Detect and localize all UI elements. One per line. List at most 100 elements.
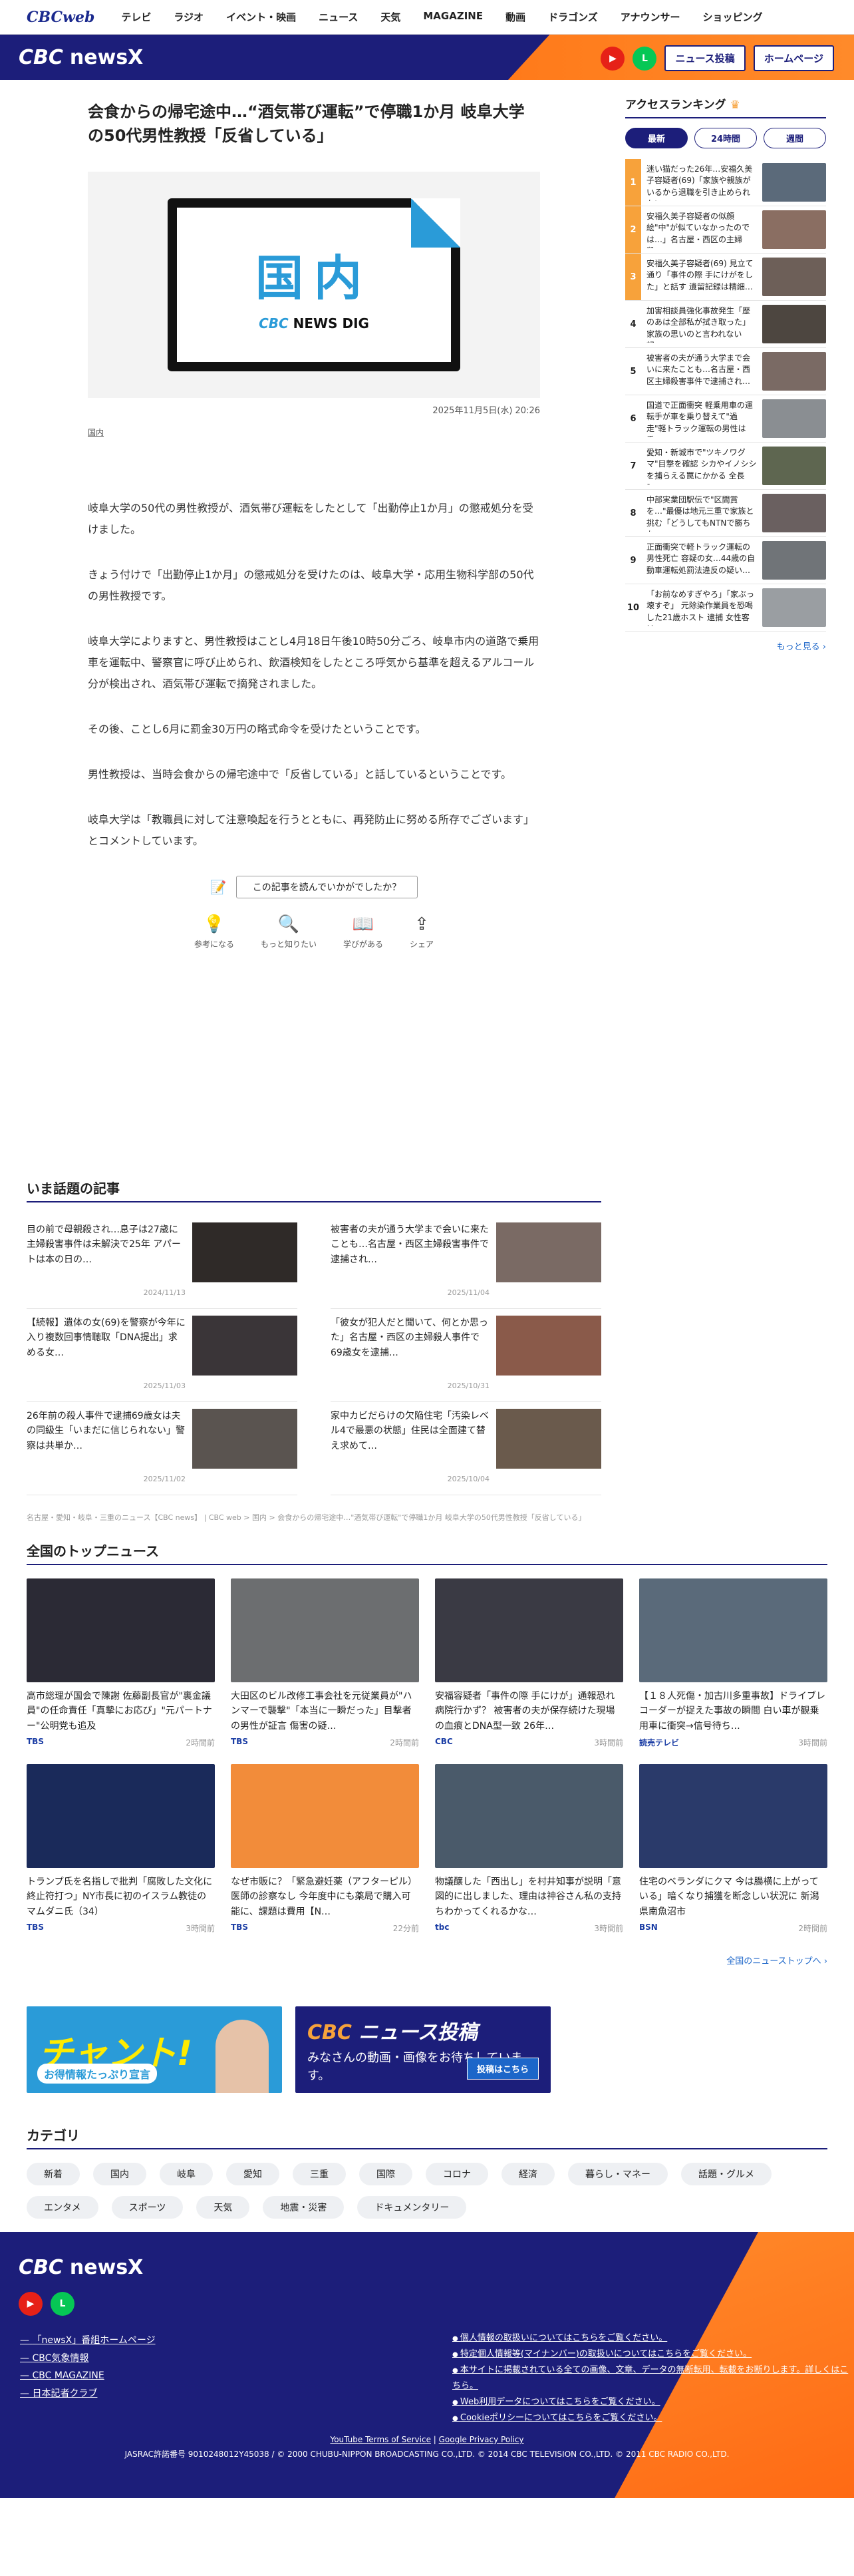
ranking-tab[interactable]: 24時間 — [694, 128, 757, 148]
national-news-card[interactable]: 物議醸した「西出し」を村井知事が説明「意図的に出しました、理由は神谷さん私の支持… — [435, 1764, 623, 1934]
trending-item[interactable]: 目の前で母親殺され…息子は27歳に 主婦殺害事件は未解決で25年 アパートは本の… — [27, 1216, 297, 1309]
national-news-card[interactable]: 大田区のビル改修工事会社を元従業員が"ハンマーで襲撃"「本当に一瞬だった」目撃者… — [231, 1578, 419, 1748]
trending-date: 2024/11/13 — [143, 1288, 186, 1298]
ranking-tab[interactable]: 最新 — [625, 128, 688, 148]
news-post-banner[interactable]: CBC ニュース投稿 みなさんの動画・画像をお待ちしています。 投稿はこちら — [295, 2006, 551, 2093]
national-news-card[interactable]: トランプ氏を名指しで批判「腐敗した文化に終止符打つ」NY市長に初のイスラム教徒の… — [27, 1764, 215, 1934]
breadcrumb[interactable]: 名古屋・愛知・岐阜・三重のニュース【CBC news】 | CBC web > … — [27, 1512, 585, 1523]
footer-newsx-logo[interactable]: CBC newsX — [19, 2256, 143, 2279]
trending-item[interactable]: 26年前の殺人事件で逮捕69歳女は夫の同級生「いまだに信じられない」警察は共単か… — [27, 1402, 297, 1495]
national-news-card[interactable]: 【１８人死傷・加古川多重事故】ドライブレコーダーが捉えた事故の瞬間 白い車が観乗… — [639, 1578, 827, 1748]
homepage-button[interactable]: ホームページ — [753, 45, 834, 71]
rank-headline: 正面衝突で軽トラック運転の男性死亡 容疑の女…44歳の自動車運転処罰法違反の疑い… — [646, 542, 756, 575]
top-nav-item[interactable]: ラジオ — [174, 10, 204, 24]
feedback-question: 📝 この記事を読んでいかがでしたか？ — [88, 876, 540, 898]
top-nav-item[interactable]: アナウンサー — [621, 10, 680, 24]
feedback-3-button[interactable]: 📖 学びがある — [343, 914, 383, 950]
category-chip[interactable]: エンタメ — [27, 2196, 98, 2219]
youtube-icon[interactable]: ▶ — [601, 46, 625, 71]
newsx-logo[interactable]: CBC newsX — [19, 46, 143, 69]
top-nav-item[interactable]: ドラゴンズ — [548, 10, 598, 24]
chant-banner-tagline: お得情報たっぷり宣言 — [37, 2064, 158, 2084]
top-nav-item[interactable]: イベント・映画 — [226, 10, 296, 24]
footer-link[interactable]: CBC MAGAZINE — [20, 2367, 156, 2385]
footer-policy-link[interactable]: 個人情報の取扱いについてはこちらをご覧ください。 — [452, 2330, 854, 2346]
ranking-item[interactable]: 7 愛知・新城市で"ツキノワグマ"目撃を確認 シカやイノシシを捕らえる罠にかかる … — [625, 443, 826, 490]
ranking-item[interactable]: 9 正面衝突で軽トラック運転の男性死亡 容疑の女…44歳の自動車運転処罰法違反の疑… — [625, 537, 826, 584]
trending-text: 「彼女が犯人だと聞いて、何とか思った」名古屋・西区の主婦殺人事件で69歳女を逮捕… — [331, 1316, 490, 1401]
youtube-terms-link[interactable]: YouTube Terms of Service — [330, 2435, 431, 2444]
category-chip[interactable]: ドキュメンタリー — [357, 2196, 467, 2219]
category-chip[interactable]: 経済 — [501, 2163, 555, 2185]
footer-policy-link[interactable]: Cookieポリシーについてはこちらをご覧ください。 — [452, 2410, 854, 2426]
category-chip[interactable]: 愛知 — [226, 2163, 279, 2185]
news-post-banner-button[interactable]: 投稿はこちら — [466, 2058, 539, 2080]
page-bottom-space — [0, 2498, 854, 2576]
national-news-headline: 【１８人死傷・加古川多重事故】ドライブレコーダーが捉えた事故の瞬間 白い車が観乗… — [639, 1691, 825, 1732]
news-post-button[interactable]: ニュース投稿 — [664, 45, 746, 71]
category-chip[interactable]: スポーツ — [111, 2196, 184, 2219]
top-nav-item[interactable]: ショッピング — [703, 10, 763, 24]
footer-policy-links: 個人情報の取扱いについてはこちらをご覧ください。特定個人情報等(マイナンバー)の… — [452, 2330, 854, 2426]
line-icon[interactable]: L — [633, 46, 657, 71]
category-chip[interactable]: コロナ — [426, 2163, 488, 2185]
trending-item[interactable]: 家中カビだらけの欠陥住宅「汚染レベル4で最悪の状態」住民は全面建て替え求めて… 2… — [331, 1402, 601, 1495]
category-chip[interactable]: 三重 — [293, 2163, 346, 2185]
category-chip[interactable]: 地震・災害 — [263, 2196, 345, 2219]
footer-link[interactable]: CBC気象情報 — [20, 2350, 156, 2368]
category-chip[interactable]: 話題・グルメ — [681, 2163, 772, 2185]
national-news-headline: 大田区のビル改修工事会社を元従業員が"ハンマーで襲撃"「本当に一瞬だった」目撃者… — [231, 1691, 412, 1732]
ranking-item[interactable]: 5 被害者の夫が通う大学まで会いに来たことも…名古屋・西区主婦殺害事件で逮捕され… — [625, 348, 826, 395]
rank-headline: 安福久美子容疑者(69) 見立て通り「事件の際 手にけがをした」と話す 遺留記録… — [646, 259, 754, 291]
feedback-4-button[interactable]: ⇪ シェア — [410, 914, 434, 950]
top-nav-item[interactable]: ニュース — [319, 10, 358, 24]
top-nav-item[interactable]: 天気 — [380, 10, 400, 24]
category-chip[interactable]: 天気 — [196, 2196, 250, 2219]
cbc-web-logo[interactable]: CBCweb — [27, 9, 94, 26]
national-news-card[interactable]: 住宅のベランダにクマ 今は腸横に上がっている」暗くなり捕獲を断念しい状況に 新潟… — [639, 1764, 827, 1934]
national-news-card[interactable]: 高市総理が国会で陳謝 佐藤副長官が"裏金議員"の任命責任「真摯にお応び」"元パー… — [27, 1578, 215, 1748]
feedback-2-button[interactable]: 🔍 もっと知りたい — [261, 914, 317, 950]
ranking-item[interactable]: 1 迷い猫だった26年…安福久美子容疑者(69)「家族や親族がいるから退職を引き止… — [625, 159, 826, 206]
article-paragraph: 男性教授は、当時会食からの帰宅途中で「反省している」と話しているということです。 — [88, 768, 511, 781]
footer-youtube-icon[interactable]: ▶ — [19, 2292, 43, 2316]
trending-item[interactable]: 【続報】遺体の女(69)を警察が今年に入り複数回事情聴取「DNA提出」求める女…… — [27, 1309, 297, 1402]
ranking-item[interactable]: 8 中部実業団駅伝で"区間賞を…"最優は地元三重で家族と挑む「どうしてもNTNで勝… — [625, 490, 826, 537]
national-news-card[interactable]: なぜ市販に？「緊急避妊薬（アフターピル）医師の診察なし 今年度中にも薬局で購入可… — [231, 1764, 419, 1934]
national-news-headline: なぜ市販に？「緊急避妊薬（アフターピル）医師の診察なし 今年度中にも薬局で購入可… — [231, 1877, 417, 1917]
ranking-item[interactable]: 10 「お前なめすぎやろ」「家ぶっ壊すぞ」 元除染作業員を恐喝した21歳ホスト 逮… — [625, 584, 826, 632]
trending-item[interactable]: 被害者の夫が通う大学まで会いに来たことも…名古屋・西区主婦殺害事件で逮捕され… 2… — [331, 1216, 601, 1309]
category-chip[interactable]: 国際 — [359, 2163, 412, 2185]
ranking-item[interactable]: 4 加害相談員強化事故発生「歴のあは全部私が拭き取った」家族の思いのと言われない記… — [625, 301, 826, 348]
top-nav-item[interactable]: テレビ — [121, 10, 151, 24]
top-nav-item[interactable]: 動画 — [505, 10, 525, 24]
article-category-link[interactable]: 国内 — [88, 427, 104, 438]
trending-item[interactable]: 「彼女が犯人だと聞いて、何とか思った」名古屋・西区の主婦殺人事件で69歳女を逮捕… — [331, 1309, 601, 1402]
feedback-question-label: この記事を読んでいかがでしたか？ — [235, 876, 418, 898]
ranking-more-link[interactable]: もっと見る › — [625, 640, 826, 652]
ranking-item[interactable]: 2安福久美子容疑者の似顔絵"中"が似ていなかったのでは…」名古屋・西区の主婦殺… — [625, 206, 826, 254]
trending-headline: 被害者の夫が通う大学まで会いに来たことも…名古屋・西区主婦殺害事件で逮捕され… — [331, 1224, 489, 1265]
category-chip[interactable]: 暮らし・マネー — [568, 2163, 668, 2185]
category-chip[interactable]: 新着 — [27, 2163, 80, 2185]
ranking-item[interactable]: 3 安福久美子容疑者(69) 見立て通り「事件の際 手にけがをした」と話す 遺留記… — [625, 254, 826, 301]
ranking-item[interactable]: 6 国道で正面衝突 軽乗用車の運転手が車を乗り替えて"過走"軽トラック運転の男性は… — [625, 395, 826, 443]
national-more-link[interactable]: 全国のニューストップへ › — [27, 1954, 827, 1966]
category-chip[interactable]: 国内 — [93, 2163, 146, 2185]
footer-line-icon[interactable]: L — [51, 2292, 74, 2316]
footer-link[interactable]: 日本記者クラブ — [20, 2385, 156, 2403]
news-time: 22分前 — [392, 1924, 419, 1933]
national-news-card[interactable]: 安福容疑者「事件の際 手にけが」通報恐れ病院行かず？ 被害者の夫が保存続けた現場… — [435, 1578, 623, 1748]
feedback-1-button[interactable]: 💡 参考になる — [194, 914, 234, 950]
footer-policy-link[interactable]: 本サイトに掲載されている全ての画像、文章、データの無断転用、転載をお断りします。… — [452, 2362, 854, 2394]
category-chip[interactable]: 岐阜 — [160, 2163, 213, 2185]
google-privacy-link[interactable]: Google Privacy Policy — [439, 2435, 524, 2444]
ranking-tab[interactable]: 週間 — [764, 128, 826, 148]
footer-link[interactable]: 「newsX」番組ホームページ — [20, 2332, 155, 2350]
footer-policy-link[interactable]: 特定個人情報等(マイナンバー)の取扱いについてはこちらをご覧ください。 — [452, 2346, 854, 2362]
rank-number: 5 — [630, 366, 637, 377]
footer-policy-link[interactable]: Web利用データについてはこちらをご覧ください。 — [452, 2394, 854, 2410]
top-nav-item[interactable]: MAGAZINE — [423, 10, 483, 24]
feedback-3-icon: 📖 — [352, 914, 374, 934]
chant-banner[interactable]: チャント! お得情報たっぷり宣言 — [27, 2006, 282, 2093]
